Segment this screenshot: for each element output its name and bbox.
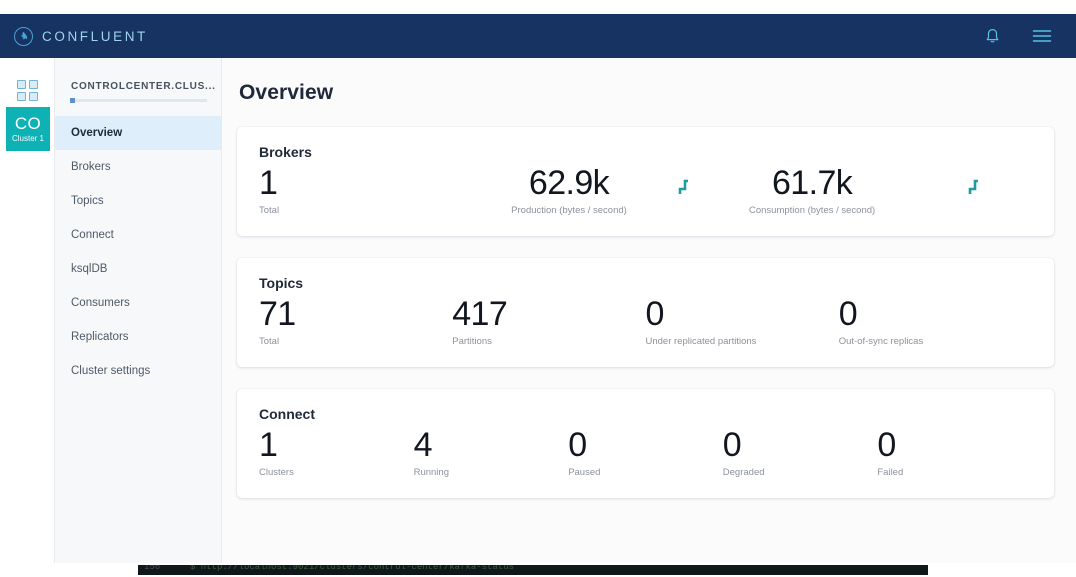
sidebar-item-overview[interactable]: Overview xyxy=(55,116,221,150)
metric-cards: Brokers 1 Total 62.9k Production (bytes / se… xyxy=(237,127,1054,498)
metric-value: 0 xyxy=(645,295,665,333)
cluster-badge-sub: Cluster 1 xyxy=(11,133,44,143)
metric-value: 62.9k xyxy=(528,164,610,202)
confluent-logo-icon xyxy=(14,26,33,46)
metric-label: Partitions xyxy=(452,336,492,347)
metric-label: Failed xyxy=(877,467,904,478)
metric-label: Degraded xyxy=(722,467,765,478)
metric-value: 0 xyxy=(877,426,896,464)
sidebar-item-label: Overview xyxy=(71,127,123,139)
metric-label: Clusters xyxy=(259,467,294,478)
sparkline-icon xyxy=(967,178,981,196)
metric-label: Total xyxy=(259,336,280,347)
metric-value: 1 xyxy=(259,164,278,202)
grid-cell xyxy=(17,80,26,89)
metric-row: 71 Total 417 Partitions 0 Under replicated pa… xyxy=(259,293,1032,347)
metric-value: 61.7k xyxy=(772,164,853,202)
main-content: Overview Brokers 1 Total 62.9k Production (b… xyxy=(222,58,1076,563)
metric-consumption-bytes-second: 61.7k Consumption (bytes / second) xyxy=(749,162,978,216)
top-navigation-bar: CONFLUENT xyxy=(0,14,1076,58)
cluster-header: CONTROLCENTER.CLUS... xyxy=(55,81,221,103)
metric-value: 71 xyxy=(259,295,296,333)
notifications-bell-icon[interactable] xyxy=(982,26,1002,46)
metric-label: Paused xyxy=(568,467,601,478)
metric-label: Consumption (bytes / second) xyxy=(749,205,876,216)
hamburger-menu-icon[interactable] xyxy=(1032,26,1052,46)
metric-degraded: 0 Degraded xyxy=(723,424,878,478)
metric-label: Production (bytes / second) xyxy=(511,205,627,216)
app-grid-icon[interactable] xyxy=(17,80,38,101)
metric-out-of-sync-replicas: 0 Out-of-sync replicas xyxy=(839,293,1032,347)
background-terminal-strip: 156 $ http://localhost:9021/clusters/con… xyxy=(0,563,1076,577)
sidebar-nav: Overview Brokers Topics Connect ksqlDB Consum… xyxy=(55,116,221,388)
metric-value: 417 xyxy=(452,295,508,333)
metric-running: 4 Running xyxy=(414,424,569,478)
sidebar-item-label: Brokers xyxy=(71,161,111,173)
sidebar-item-label: Connect xyxy=(71,229,114,241)
brand-name: CONFLUENT xyxy=(42,28,148,44)
metric-label: Total xyxy=(259,205,280,216)
metric-production-bytes-second: 62.9k Production (bytes / second) xyxy=(459,162,749,216)
metric-row: 1 Total 62.9k Production (bytes / second) 61… xyxy=(259,162,1032,216)
topbar-actions xyxy=(982,26,1060,46)
terminal-line-number: 156 xyxy=(144,565,161,572)
cluster-badge-abbr: CO xyxy=(14,113,42,133)
metric-paused: 0 Paused xyxy=(568,424,723,478)
card-connect: Connect 1 Clusters 4 Running 0 Paused 0 Degraded… xyxy=(237,389,1054,498)
page-title: Overview xyxy=(239,81,334,104)
metric-under-replicated-partitions: 0 Under replicated partitions xyxy=(646,293,839,347)
sidebar-item-cluster-settings[interactable]: Cluster settings xyxy=(55,354,221,388)
cluster-sidebar: CONTROLCENTER.CLUS... Overview Brokers Top… xyxy=(55,58,222,563)
sidebar-item-label: ksqlDB xyxy=(71,263,108,275)
metric-label: Under replicated partitions xyxy=(645,336,757,347)
card-brokers: Brokers 1 Total 62.9k Production (bytes / se… xyxy=(237,127,1054,236)
sidebar-item-label: Cluster settings xyxy=(71,365,151,377)
card-title: Connect xyxy=(259,406,315,422)
sidebar-item-topics[interactable]: Topics xyxy=(55,184,221,218)
sidebar-item-label: Consumers xyxy=(71,297,130,309)
brand-logo[interactable]: CONFLUENT xyxy=(14,26,148,46)
metric-failed: 0 Failed xyxy=(877,424,1032,478)
metric-value: 0 xyxy=(722,426,742,464)
terminal-window-sliver: 156 $ http://localhost:9021/clusters/con… xyxy=(138,565,928,575)
metric-value: 1 xyxy=(259,426,278,464)
cluster-status-bar xyxy=(70,98,207,103)
metric-value: 4 xyxy=(413,426,433,464)
metric-clusters: 1 Clusters xyxy=(259,424,414,478)
sidebar-item-brokers[interactable]: Brokers xyxy=(55,150,221,184)
metric-total: 1 Total xyxy=(259,162,459,216)
metric-value: 0 xyxy=(568,426,587,464)
sidebar-item-consumers[interactable]: Consumers xyxy=(55,286,221,320)
metric-row: 1 Clusters 4 Running 0 Paused 0 Degraded 0 Failed xyxy=(259,424,1032,478)
confluent-control-center-window: CONFLUENT CO Cluster 1 CONTROLCENTER.CLU… xyxy=(0,0,1076,577)
cluster-title: CONTROLCENTER.CLUS... xyxy=(71,81,216,92)
terminal-command-text: $ http://localhost:9021/clusters/control… xyxy=(190,565,515,572)
card-topics: Topics 71 Total 417 Partitions 0 Under replica… xyxy=(237,258,1054,367)
sidebar-item-label: Topics xyxy=(71,195,104,207)
sidebar-item-label: Replicators xyxy=(71,331,129,343)
grid-cell xyxy=(29,80,38,89)
sidebar-item-connect[interactable]: Connect xyxy=(55,218,221,252)
left-icon-rail: CO Cluster 1 xyxy=(0,58,55,563)
card-title: Topics xyxy=(259,275,304,291)
sparkline-icon xyxy=(677,178,691,196)
metric-label: Out-of-sync replicas xyxy=(838,336,924,347)
sidebar-item-ksqldb[interactable]: ksqlDB xyxy=(55,252,221,286)
metric-total: 71 Total xyxy=(259,293,452,347)
card-title: Brokers xyxy=(259,144,312,160)
metric-value: 0 xyxy=(838,295,858,333)
grid-cell xyxy=(17,92,26,101)
sidebar-item-replicators[interactable]: Replicators xyxy=(55,320,221,354)
grid-cell xyxy=(29,92,38,101)
metric-label: Running xyxy=(413,467,449,478)
metric-partitions: 417 Partitions xyxy=(452,293,645,347)
cluster-badge[interactable]: CO Cluster 1 xyxy=(6,107,50,151)
